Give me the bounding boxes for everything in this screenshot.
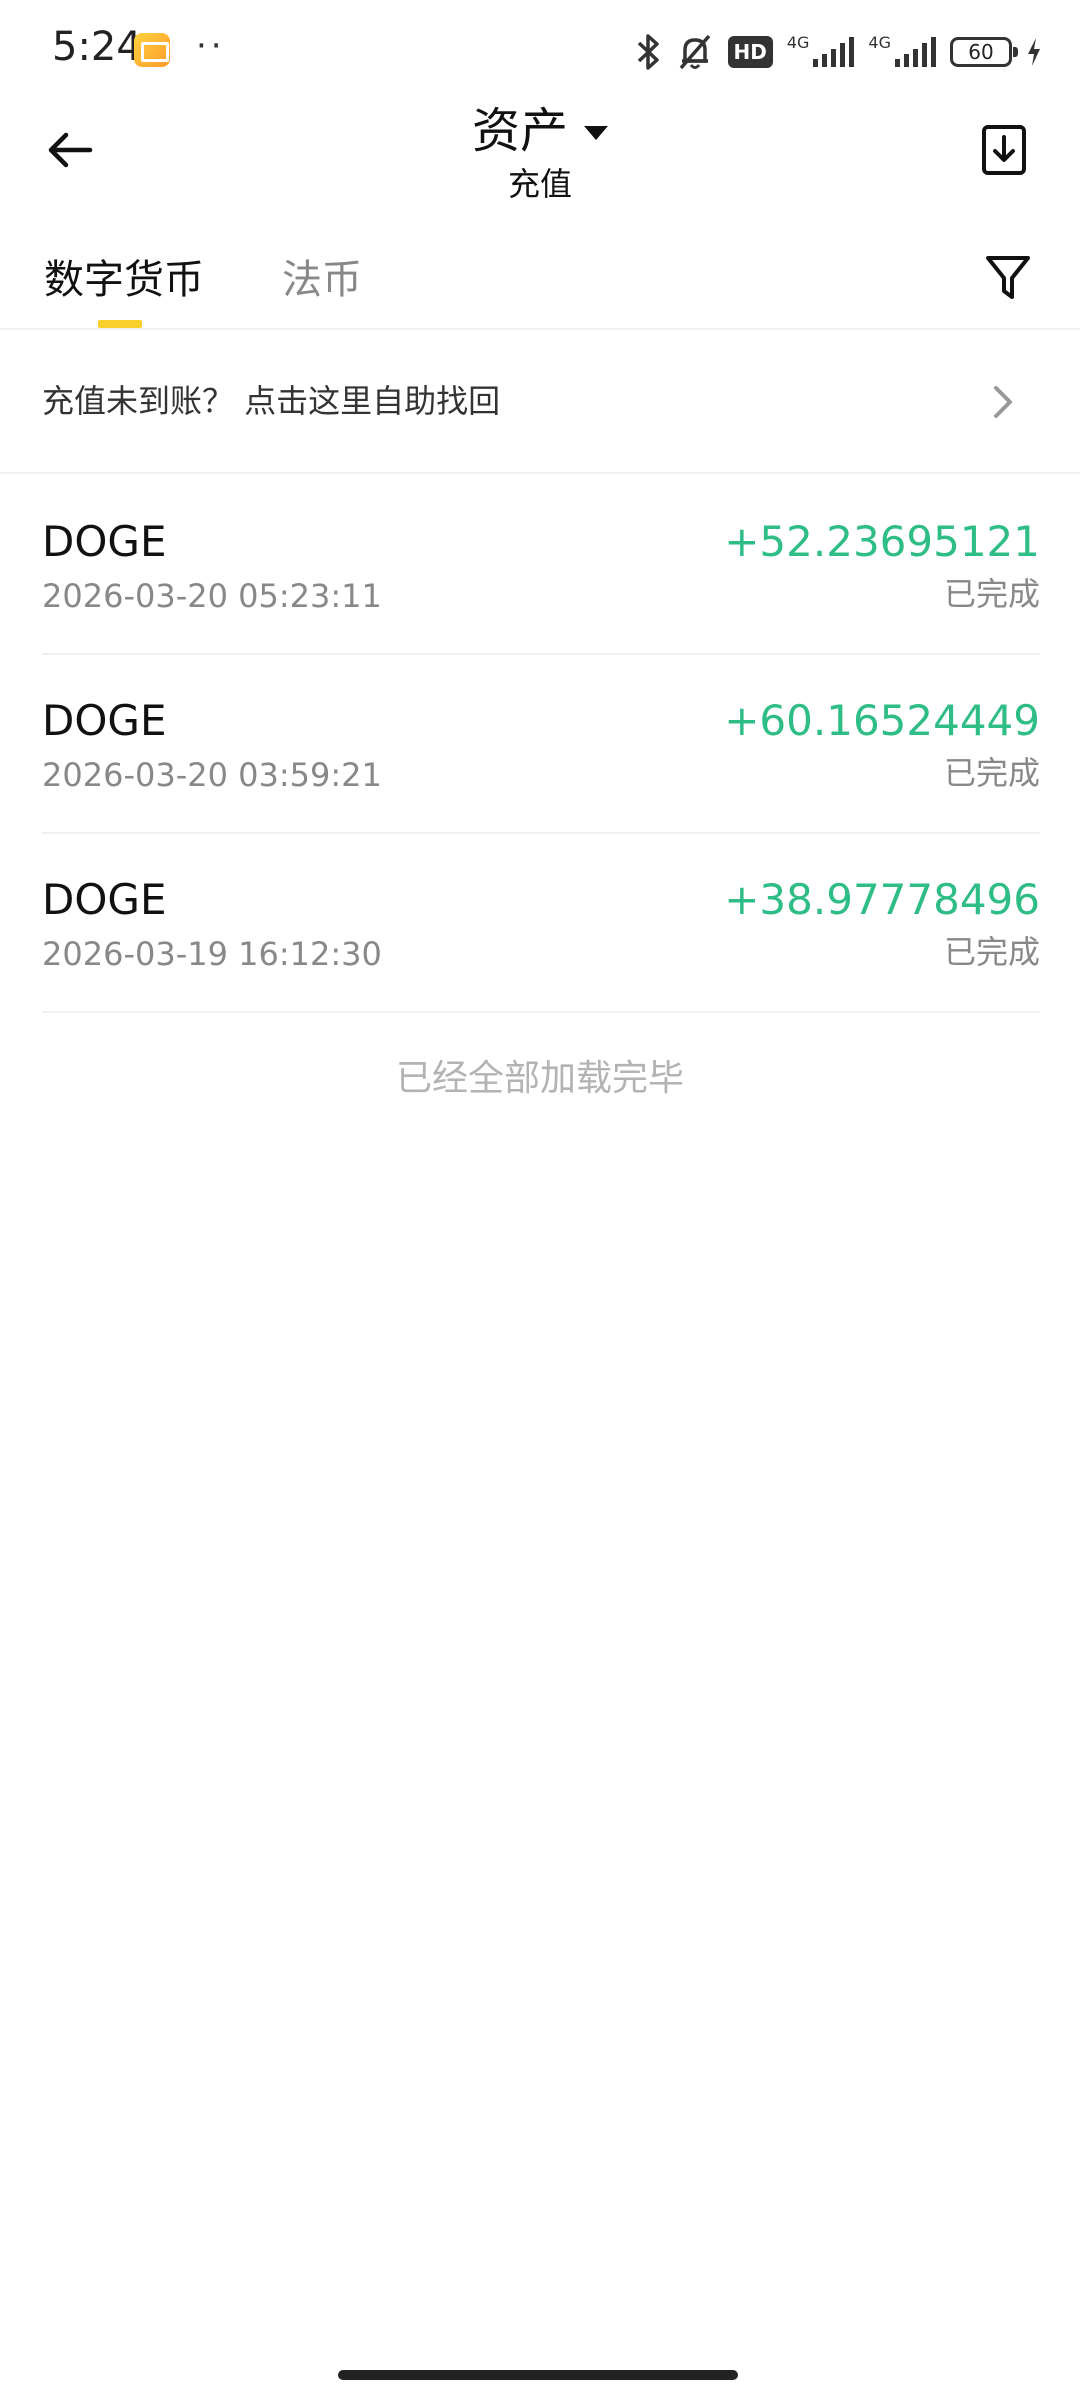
tab-fiat[interactable]: 法币 — [282, 252, 362, 308]
record-status: 已完成 — [943, 933, 1040, 971]
chevron-right-icon — [994, 386, 1012, 418]
caret-down-icon — [584, 126, 608, 140]
coin-name: DOGE — [42, 875, 167, 924]
page-subtitle: 充值 — [507, 165, 572, 203]
active-tab-indicator — [98, 320, 142, 328]
list-end-message: 已经全部加载完毕 — [395, 1058, 684, 1099]
record-amount: +60.16524449 — [724, 696, 1040, 745]
export-button[interactable] — [974, 120, 1034, 180]
record-amount: +52.23695121 — [724, 517, 1040, 566]
filter-icon — [986, 256, 1030, 299]
signal-strength-icon-2 — [895, 37, 936, 67]
mail-notification-icon — [134, 33, 170, 67]
top-app-bar: 资产 充值 — [0, 100, 1080, 210]
home-indicator[interactable] — [338, 2370, 738, 2380]
page-title: 资产 — [471, 103, 568, 159]
signal-strength-icon — [813, 37, 855, 67]
list-item[interactable]: DOGE 2026-03-19 16:12:30 +38.97778496 已完… — [42, 834, 1040, 1013]
bluetooth-icon — [637, 34, 659, 70]
bell-muted-icon — [679, 34, 710, 70]
asset-selector[interactable]: 资产 — [472, 100, 608, 162]
filter-button[interactable] — [976, 246, 1040, 310]
network-type-label-2: 4G — [868, 32, 891, 52]
hd-voice-icon: HD — [727, 36, 773, 68]
deposit-recovery-link[interactable]: 充值未到账？ 点击这里自助找回 — [0, 332, 1080, 474]
record-time: 2026-03-20 03:59:21 — [42, 756, 382, 794]
currency-tabs: 数字货币 法币 — [0, 230, 1080, 330]
record-time: 2026-03-20 05:23:11 — [42, 577, 382, 615]
status-time: 5:24 — [52, 24, 142, 70]
list-item[interactable]: DOGE 2026-03-20 03:59:21 +60.16524449 已完… — [42, 655, 1040, 834]
battery-level: 60 — [968, 40, 994, 64]
charging-icon — [1028, 38, 1040, 66]
list-item[interactable]: DOGE 2026-03-20 05:23:11 +52.23695121 已完… — [42, 476, 1040, 655]
download-icon — [982, 125, 1026, 175]
battery-icon: 60 — [950, 37, 1018, 67]
network-type-label: 4G — [786, 32, 810, 52]
record-amount: +38.97778496 — [724, 875, 1040, 924]
title-block[interactable]: 资产 充值 — [0, 100, 1080, 206]
deposit-record-list: DOGE 2026-03-20 05:23:11 +52.23695121 已完… — [42, 476, 1040, 1013]
coin-name: DOGE — [42, 517, 167, 566]
more-notifications-icon: ·· — [196, 26, 226, 66]
tab-crypto[interactable]: 数字货币 — [44, 252, 204, 308]
recovery-text: 充值未到账？ 点击这里自助找回 — [42, 382, 501, 420]
status-icons: HD 4G 4G 60 — [636, 30, 1043, 74]
record-status: 已完成 — [943, 575, 1040, 613]
status-bar: 5:24 ·· HD 4G 4G 60 — [0, 0, 1080, 100]
record-status: 已完成 — [943, 754, 1040, 792]
coin-name: DOGE — [42, 696, 167, 745]
record-time: 2026-03-19 16:12:30 — [42, 935, 382, 973]
